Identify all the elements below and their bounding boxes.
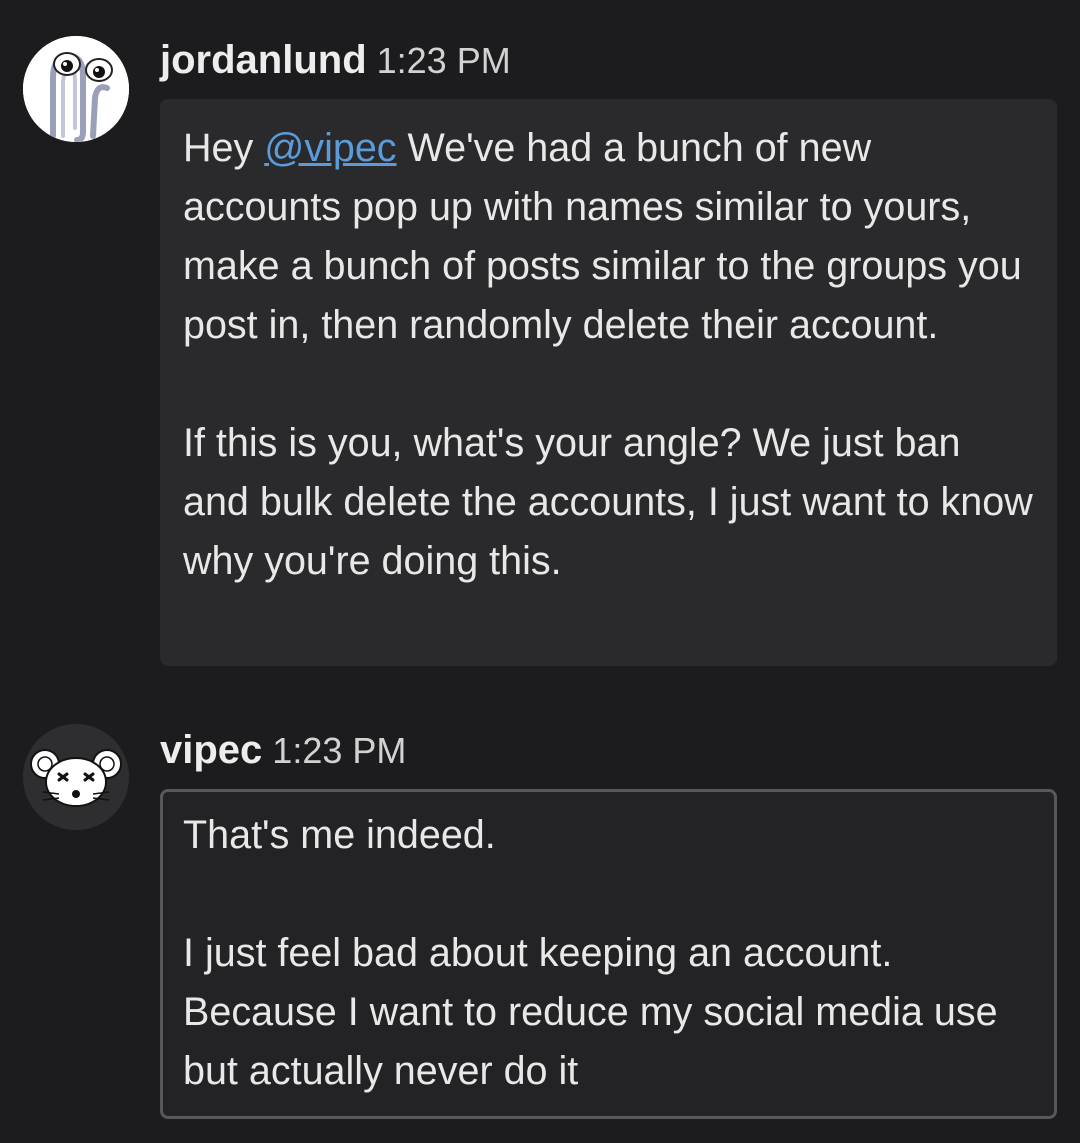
message-bubble: That's me indeed. I just feel bad about … [160,789,1057,1119]
mention-link[interactable]: @vipec [264,126,396,170]
timestamp: 1:23 PM [376,40,511,81]
message-paragraph: Hey @vipec We've had a bunch of new acco… [183,119,1033,355]
avatar-clippy-icon[interactable] [23,36,129,142]
message-bubble: Hey @vipec We've had a bunch of new acco… [160,99,1057,666]
message-paragraph: If this is you, what's your angle? We ju… [183,421,1033,583]
message-paragraph: I just feel bad about keeping an account… [183,931,998,1093]
message-header: vipec 1:23 PM [160,728,406,773]
timestamp: 1:23 PM [272,730,407,771]
username[interactable]: jordanlund [160,38,367,82]
greeting-text: Hey [183,126,254,170]
username[interactable]: vipec [160,728,262,772]
message-header: jordanlund 1:23 PM [160,38,511,83]
message-paragraph: That's me indeed. [183,813,496,857]
avatar-mouse-icon[interactable] [23,724,129,830]
